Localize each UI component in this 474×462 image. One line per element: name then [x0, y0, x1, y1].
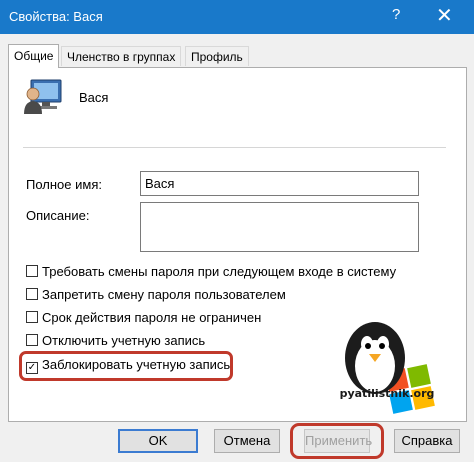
- description-label: Описание:: [26, 208, 90, 223]
- tab-profile[interactable]: Профиль: [185, 46, 249, 66]
- full-name-input[interactable]: Вася: [140, 171, 419, 196]
- description-input[interactable]: [140, 202, 419, 252]
- tab-group-membership[interactable]: Членство в группах: [61, 46, 182, 66]
- user-icon: [24, 79, 62, 114]
- tab-general[interactable]: Общие: [8, 44, 60, 68]
- checkbox-box[interactable]: [26, 265, 38, 277]
- checkbox-label: Запретить смену пароля пользователем: [42, 287, 286, 302]
- user-name: Вася: [79, 90, 109, 105]
- title-bar: Свойства: Вася ? ✕: [0, 0, 474, 34]
- help-title-button[interactable]: ?: [392, 6, 400, 23]
- window-title: Свойства: Вася: [9, 9, 103, 24]
- dialog-body: Общие Членство в группах Профиль Вася По…: [0, 34, 474, 462]
- highlight-ring: [290, 423, 384, 459]
- checkbox-prevent-password-change[interactable]: Запретить смену пароля пользователем: [26, 287, 286, 303]
- penguin-icon: [345, 322, 435, 414]
- checkbox-box[interactable]: [26, 288, 38, 300]
- watermark-text: pyatilistnik.org: [339, 387, 435, 400]
- separator: [23, 147, 446, 148]
- highlight-ring: [19, 351, 233, 381]
- general-panel: Вася Полное имя: Вася Описание: Требоват…: [8, 67, 467, 422]
- checkbox-box[interactable]: [26, 311, 38, 323]
- checkbox-password-never-expires[interactable]: Срок действия пароля не ограничен: [26, 310, 261, 326]
- checkbox-label: Отключить учетную запись: [42, 333, 206, 348]
- help-button[interactable]: Справка: [394, 429, 460, 453]
- checkbox-label: Срок действия пароля не ограничен: [42, 310, 262, 325]
- cancel-button[interactable]: Отмена: [214, 429, 280, 453]
- checkbox-disable-account[interactable]: Отключить учетную запись: [26, 333, 205, 349]
- checkbox-label: Требовать смены пароля при следующем вхо…: [42, 264, 397, 279]
- checkbox-require-password-change[interactable]: Требовать смены пароля при следующем вхо…: [26, 264, 396, 280]
- ok-button[interactable]: OK: [118, 429, 198, 453]
- watermark-logo: pyatilistnik.org: [329, 318, 441, 418]
- close-button[interactable]: ✕: [436, 3, 453, 28]
- checkbox-box[interactable]: [26, 334, 38, 346]
- full-name-label: Полное имя:: [26, 177, 102, 192]
